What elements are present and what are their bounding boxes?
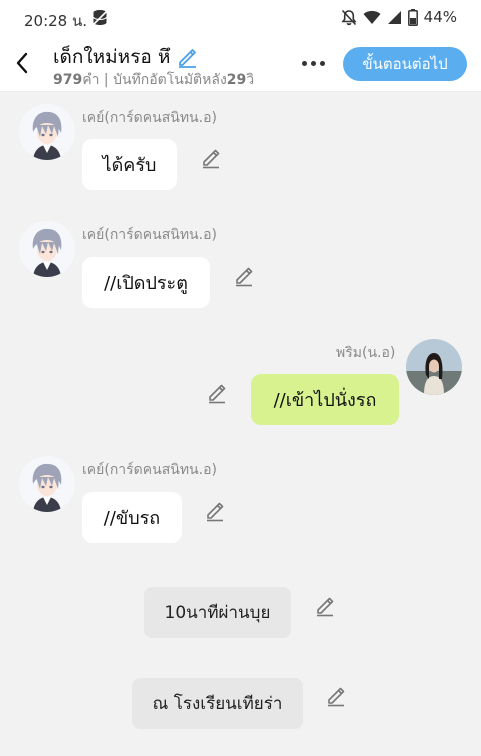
- autosave-seconds: 29: [226, 72, 247, 88]
- status-bar: 20:28 น. 44%: [0, 0, 481, 36]
- pencil-icon[interactable]: [233, 265, 255, 287]
- message-bubble[interactable]: //ขับรถ: [82, 492, 182, 543]
- character-avatar-icon: [19, 104, 75, 160]
- sender-name: พริม(น.อ): [336, 345, 396, 361]
- character-avatar-icon: [19, 221, 75, 277]
- narration-bubble[interactable]: ณ โรงเรียนเทียร่า: [132, 678, 303, 729]
- character-avatar-icon: [19, 456, 75, 512]
- back-icon: [16, 52, 28, 74]
- pencil-icon[interactable]: [314, 595, 336, 617]
- avatar[interactable]: [406, 339, 462, 395]
- battery-icon: [407, 8, 418, 26]
- more-button[interactable]: [296, 50, 330, 76]
- status-time: 20:28 น.: [24, 12, 88, 30]
- title-row: เด็กใหม่หรอ หึ: [53, 42, 198, 72]
- sender-name: เคย์(การ์ดคนสนิทน.อ): [82, 110, 217, 126]
- chat-header: เด็กใหม่หรอ หึ 979คำ | บันทึกอัตโนมัติหล…: [0, 36, 481, 92]
- message-bubble[interactable]: ได้ครับ: [82, 139, 177, 190]
- narration-bubble[interactable]: 10นาทีผ่านบุย: [144, 587, 291, 638]
- user-photo-avatar-icon: [406, 339, 462, 395]
- edit-title-icon[interactable]: [176, 46, 198, 68]
- bell-off-icon: [341, 9, 357, 25]
- word-count: 979: [53, 72, 83, 88]
- wifi-icon: [363, 10, 381, 24]
- sender-name: เคย์(การ์ดคนสนิทน.อ): [82, 227, 217, 243]
- more-icon-dot: [301, 60, 307, 66]
- battery-percent: 44%: [423, 8, 457, 26]
- page-title: เด็กใหม่หรอ หึ: [53, 46, 171, 68]
- avatar[interactable]: [19, 456, 75, 512]
- message-bubble[interactable]: //เปิดประตู: [82, 257, 210, 308]
- pencil-icon[interactable]: [206, 382, 228, 404]
- more-icon-dot: [319, 60, 325, 66]
- pencil-icon[interactable]: [200, 147, 222, 169]
- subtitle-unit: วิ: [246, 72, 255, 88]
- database-icon: [92, 10, 108, 26]
- sender-name: เคย์(การ์ดคนสนิทน.อ): [82, 462, 217, 478]
- message-bubble[interactable]: //เข้าไปนั่งรถ: [251, 374, 399, 425]
- status-icons: 44%: [341, 8, 457, 26]
- avatar[interactable]: [19, 104, 75, 160]
- next-step-button[interactable]: ขั้นตอนต่อไป: [343, 47, 467, 81]
- back-button[interactable]: [8, 46, 36, 80]
- more-icon-dot: [310, 60, 316, 66]
- autosave-subtitle: 979คำ | บันทึกอัตโนมัติหลัง29วิ: [53, 69, 254, 91]
- signal-icon: [387, 10, 401, 24]
- avatar[interactable]: [19, 221, 75, 277]
- pencil-icon[interactable]: [204, 500, 226, 522]
- pencil-icon[interactable]: [325, 685, 347, 707]
- subtitle-text: คำ | บันทึกอัตโนมัติหลัง: [82, 72, 227, 88]
